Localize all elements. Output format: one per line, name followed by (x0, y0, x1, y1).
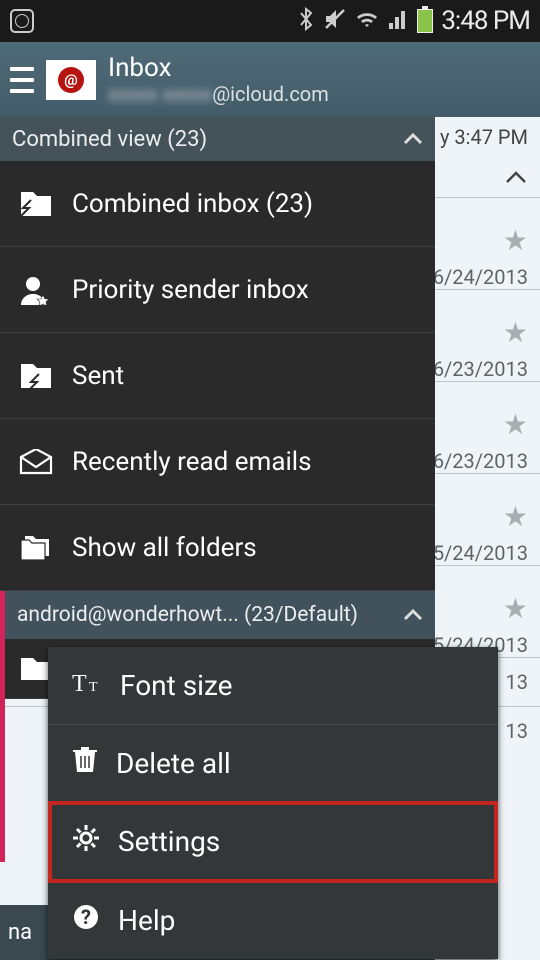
context-menu: TT Font size Delete all Settings ? Help (48, 647, 498, 959)
silent-icon (323, 7, 347, 35)
star-icon[interactable]: ★ (503, 316, 528, 349)
bluetooth-icon (297, 7, 315, 35)
section-header-combined[interactable]: Combined view (23) (0, 117, 435, 161)
section-label: Combined view (23) (12, 127, 207, 152)
appbar-email: xxxxx xxxxx@icloud.com (108, 82, 329, 106)
mail-app-icon: @ (46, 60, 96, 100)
person-star-icon (18, 275, 54, 305)
trash-icon (72, 746, 98, 781)
help-icon: ? (72, 903, 100, 938)
sidebar-item-label: na (8, 920, 32, 945)
menu-item-help[interactable]: ? Help (48, 881, 498, 959)
star-icon[interactable]: ★ (503, 408, 528, 441)
account-color-indicator (0, 612, 5, 862)
sidebar-item-label: Show all folders (72, 533, 257, 563)
signal-icon (387, 9, 409, 33)
appbar-title: Inbox (108, 54, 329, 82)
sidebar-item-priority[interactable]: Priority sender inbox (0, 247, 435, 333)
sidebar-item-sent[interactable]: Sent (0, 333, 435, 419)
menu-item-label: Help (118, 904, 175, 937)
sidebar-drawer: Combined view (23) Combined inbox (23) P… (0, 117, 435, 699)
star-icon[interactable]: ★ (503, 500, 528, 533)
date: 6/24/2013 (433, 265, 528, 289)
menu-item-font-size[interactable]: TT Font size (48, 647, 498, 725)
sidebar-item-label: Priority sender inbox (72, 275, 309, 305)
date: 13 (506, 719, 528, 743)
date: 5/24/2013 (433, 541, 528, 565)
app-bar: @ Inbox xxxxx xxxxx@icloud.com (0, 42, 540, 117)
wifi-icon (355, 9, 379, 33)
svg-text:T: T (72, 671, 87, 695)
envelope-open-icon (18, 449, 54, 475)
star-icon[interactable]: ★ (503, 224, 528, 257)
date: 6/23/2013 (433, 357, 528, 381)
star-icon[interactable]: ★ (503, 592, 528, 625)
folder-in-icon (18, 190, 54, 218)
menu-item-label: Font size (120, 669, 233, 702)
text-size-icon: TT (72, 669, 102, 702)
date: 6/23/2013 (433, 449, 528, 473)
date: 13 (506, 670, 528, 694)
status-time: 3:48 PM (441, 6, 530, 36)
sidebar-item-label: Combined inbox (23) (72, 189, 313, 219)
svg-text:T: T (89, 680, 98, 695)
recent-time: y 3:47 PM (440, 125, 528, 149)
app-notif-icon (10, 9, 34, 33)
gear-icon (72, 824, 100, 859)
battery-icon (417, 9, 433, 33)
sidebar-item-recent[interactable]: Recently read emails (0, 419, 435, 505)
menu-item-delete-all[interactable]: Delete all (48, 725, 498, 803)
svg-text:?: ? (81, 905, 91, 929)
menu-item-label: Settings (118, 825, 220, 858)
menu-item-label: Delete all (116, 747, 231, 780)
sidebar-item-combined-inbox[interactable]: Combined inbox (23) (0, 161, 435, 247)
account-label: android@wonderhowt... (23/Default) (17, 603, 358, 627)
status-bar: 3:48 PM (0, 0, 540, 42)
section-header-account[interactable]: android@wonderhowt... (23/Default) (0, 591, 435, 639)
menu-button[interactable] (10, 67, 34, 93)
sidebar-item-label: Recently read emails (72, 447, 312, 477)
chevron-up-icon (403, 605, 423, 626)
folder-out-icon (18, 362, 54, 390)
sidebar-item-show-all[interactable]: Show all folders (0, 505, 435, 591)
folders-icon (18, 534, 54, 562)
menu-item-settings[interactable]: Settings (48, 803, 498, 881)
sidebar-item-label: Sent (72, 361, 124, 391)
chevron-up-icon[interactable] (504, 165, 528, 189)
chevron-up-icon (403, 129, 423, 150)
